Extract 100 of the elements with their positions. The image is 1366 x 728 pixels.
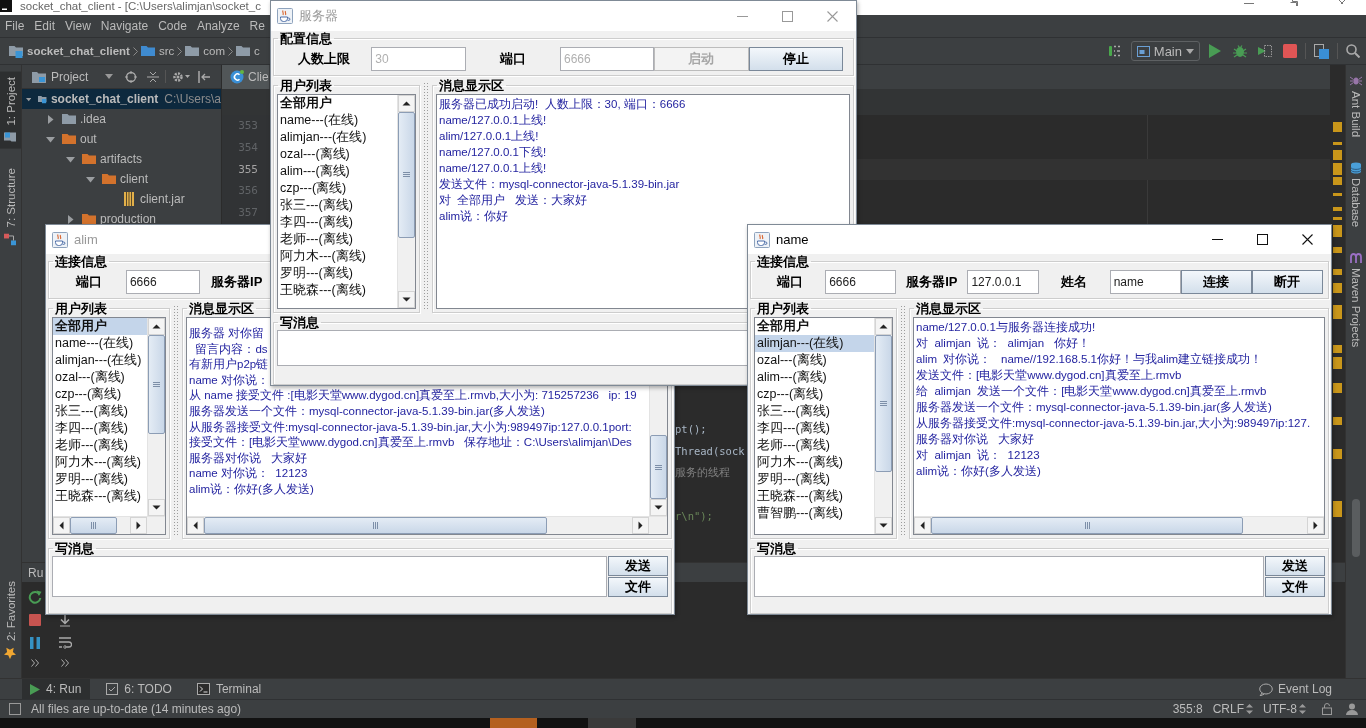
down-arrow-icon[interactable] xyxy=(58,613,72,627)
view-selector[interactable]: Project xyxy=(32,69,114,84)
text-field[interactable]: 127.0.0.1 xyxy=(967,270,1039,294)
project-structure-icon[interactable] xyxy=(1314,43,1329,59)
user-list-item[interactable]: 阿力木---(离线) xyxy=(278,248,397,265)
text-field[interactable]: 6666 xyxy=(825,270,897,294)
scrollbar-thumb[interactable] xyxy=(931,517,1244,534)
user-list-item[interactable]: 曹智鹏---(离线) xyxy=(755,505,874,522)
user-list-item[interactable]: alimjan---(在线) xyxy=(755,335,874,352)
user-list-item[interactable]: 张三---(离线) xyxy=(53,403,147,420)
user-list-item[interactable]: 阿力木---(离线) xyxy=(755,454,874,471)
vertical-scrollbar[interactable] xyxy=(874,318,892,534)
user-list-item[interactable]: alim---(离线) xyxy=(278,163,397,180)
action-button[interactable]: 发送 xyxy=(1265,556,1325,576)
user-list-item[interactable]: 李四---(离线) xyxy=(278,214,397,231)
text-field[interactable]: name xyxy=(1109,270,1181,294)
tree-item[interactable]: client xyxy=(22,169,221,189)
menu-item[interactable]: Re xyxy=(244,19,270,33)
user-list-item[interactable]: ozal---(离线) xyxy=(755,352,874,369)
vertical-scrollbar[interactable] xyxy=(147,318,165,516)
tree-item[interactable]: socket_chat_client C:\Users\a xyxy=(22,89,221,109)
user-list-item[interactable]: 罗明---(离线) xyxy=(755,471,874,488)
tool-window-button[interactable]: Database xyxy=(1350,161,1362,229)
double-chevron-icon[interactable] xyxy=(31,659,39,667)
tool-window-button[interactable]: 1: Project xyxy=(0,72,21,149)
breadcrumb[interactable]: src xyxy=(140,44,175,58)
search-icon[interactable] xyxy=(1346,44,1360,58)
scrollbar-thumb[interactable] xyxy=(398,112,415,238)
user-list-item[interactable]: 王晓森---(离线) xyxy=(755,488,874,505)
list-icon[interactable] xyxy=(1108,43,1123,59)
action-button[interactable]: 文件 xyxy=(1265,577,1325,597)
action-button[interactable]: 发送 xyxy=(608,556,668,576)
run-config-dropdown[interactable]: Main xyxy=(1130,41,1200,61)
close-icon[interactable] xyxy=(1302,234,1313,245)
tree-arrow-icon[interactable] xyxy=(66,154,75,164)
user-list-item[interactable]: 老师---(离线) xyxy=(53,437,147,454)
user-list-item[interactable]: 全部用户 xyxy=(278,95,397,112)
message-input[interactable] xyxy=(754,556,1264,597)
user-list-item[interactable]: 李四---(离线) xyxy=(755,420,874,437)
restore-icon[interactable] xyxy=(1290,0,1300,6)
tool-window-button[interactable]: 7: Structure xyxy=(0,162,21,251)
breadcrumb[interactable]: socket_chat_client xyxy=(9,44,130,58)
user-list-item[interactable]: czp---(离线) xyxy=(53,386,147,403)
action-button[interactable]: 断开 xyxy=(1251,270,1323,294)
gear-icon[interactable] xyxy=(172,70,191,83)
pause-icon[interactable] xyxy=(28,636,42,650)
bug-icon[interactable] xyxy=(1233,44,1247,58)
editor-tab[interactable]: Clie xyxy=(222,65,269,89)
menu-item[interactable]: Navigate xyxy=(95,19,154,33)
lock-icon[interactable] xyxy=(1322,703,1332,715)
scrollbar-thumb[interactable] xyxy=(650,435,667,499)
encoding-widget[interactable]: UTF-8 xyxy=(1263,702,1306,716)
horizontal-scrollbar[interactable] xyxy=(914,516,1324,534)
user-list-item[interactable]: name---(在线) xyxy=(53,335,147,352)
user-list-item[interactable]: alimjan---(在线) xyxy=(278,129,397,146)
scrollbar-thumb[interactable] xyxy=(204,517,547,534)
user-list-item[interactable]: 老师---(离线) xyxy=(755,437,874,454)
menu-item[interactable]: View xyxy=(60,19,96,33)
user-list-item[interactable]: 老师---(离线) xyxy=(278,231,397,248)
run-icon[interactable] xyxy=(1209,44,1221,58)
event-log-button[interactable]: Event Log xyxy=(1258,679,1332,699)
scrollbar-thumb[interactable] xyxy=(148,335,165,435)
horizontal-scrollbar[interactable] xyxy=(53,516,165,534)
vertical-scrollbar[interactable] xyxy=(397,95,415,308)
rerun-icon[interactable] xyxy=(28,590,42,604)
action-button[interactable]: 文件 xyxy=(608,577,668,597)
tool-window-button[interactable]: Maven Projects xyxy=(1350,251,1362,349)
tree-arrow-icon[interactable] xyxy=(86,174,95,184)
action-button[interactable]: 停止 xyxy=(748,47,843,71)
square-icon[interactable] xyxy=(9,703,21,715)
breadcrumb[interactable]: c xyxy=(236,44,260,58)
tool-window-tab[interactable]: 6: TODO xyxy=(98,679,181,699)
user-list-item[interactable]: 张三---(离线) xyxy=(755,403,874,420)
tree-item[interactable]: artifacts xyxy=(22,149,221,169)
wrap-icon[interactable] xyxy=(58,636,72,650)
tool-window-tab[interactable]: 4: Run xyxy=(22,679,91,699)
stop-icon[interactable] xyxy=(28,613,42,627)
user-list-item[interactable]: name---(在线) xyxy=(278,112,397,129)
menu-item[interactable]: File xyxy=(0,19,30,33)
text-field[interactable]: 6666 xyxy=(125,270,200,294)
menu-item[interactable]: Edit xyxy=(29,19,61,33)
tree-arrow-icon[interactable] xyxy=(66,214,75,224)
coverage-icon[interactable] xyxy=(1258,44,1272,58)
tree-item[interactable]: out xyxy=(22,129,221,149)
scrollbar-thumb[interactable] xyxy=(1352,498,1360,557)
person-icon[interactable] xyxy=(1346,703,1358,715)
user-list-item[interactable]: 王晓森---(离线) xyxy=(278,282,397,299)
user-list-item[interactable]: 张三---(离线) xyxy=(278,197,397,214)
user-list-item[interactable]: alimjan---(在线) xyxy=(53,352,147,369)
double-chevron-icon[interactable] xyxy=(61,659,69,667)
scrollbar-thumb[interactable] xyxy=(875,335,892,472)
action-button[interactable]: 连接 xyxy=(1180,270,1252,294)
message-input[interactable] xyxy=(52,556,607,597)
user-list-item[interactable]: 李四---(离线) xyxy=(53,420,147,437)
user-list-item[interactable]: ozal---(离线) xyxy=(278,146,397,163)
user-list-item[interactable]: 罗明---(离线) xyxy=(53,471,147,488)
tree-item[interactable]: .idea xyxy=(22,109,221,129)
user-list-item[interactable]: 王晓森---(离线) xyxy=(53,488,147,505)
tool-window-button[interactable]: 2: Favorites xyxy=(0,575,21,664)
menu-item[interactable]: Code xyxy=(153,19,192,33)
